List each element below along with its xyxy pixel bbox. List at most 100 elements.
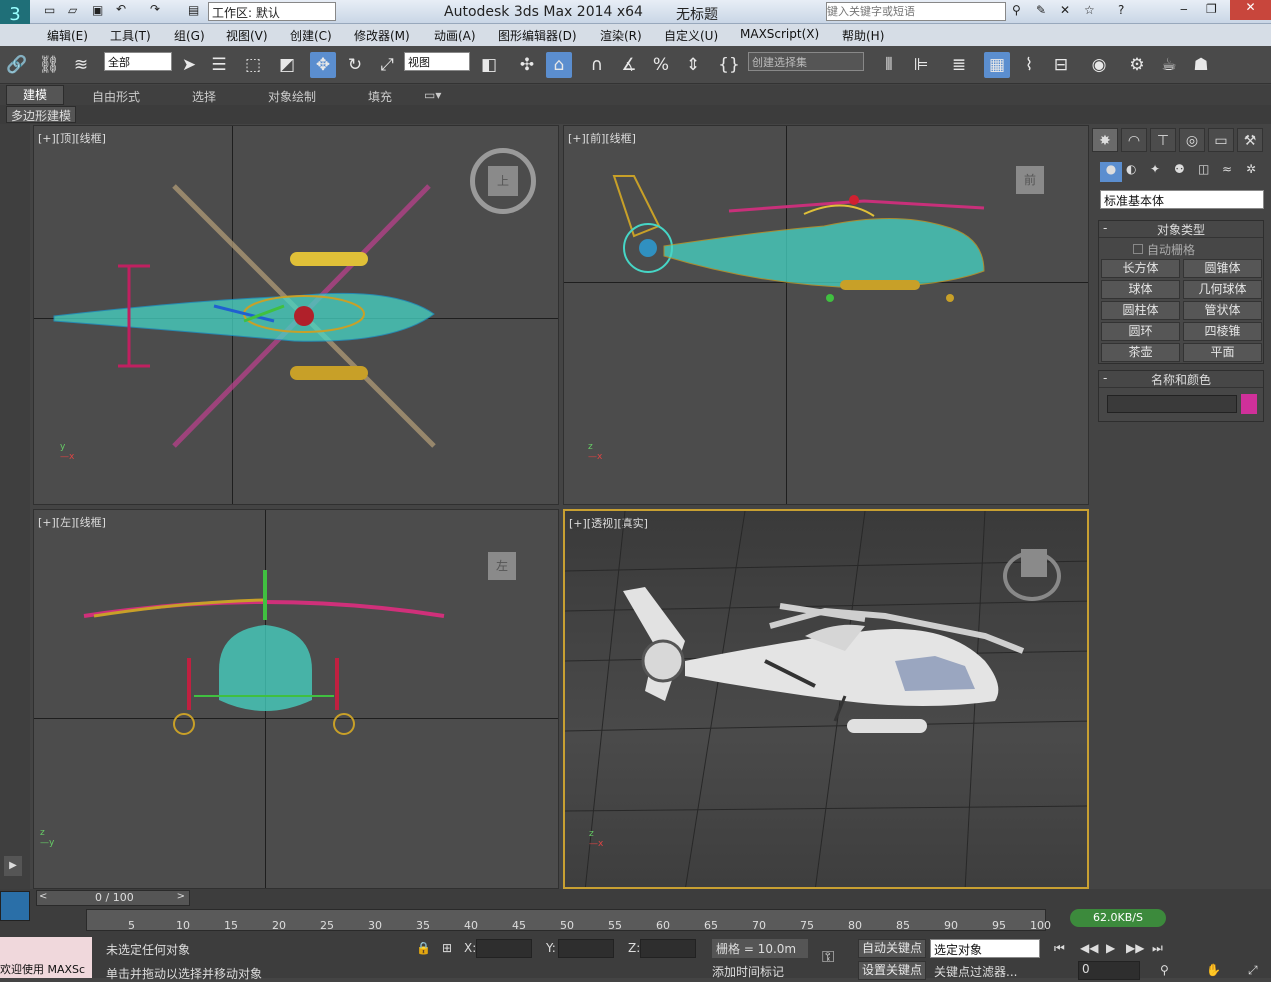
tube-button[interactable]: 管状体: [1183, 301, 1262, 320]
undo-icon[interactable]: ↶: [116, 2, 126, 16]
pivot-center-icon[interactable]: ◧: [476, 52, 502, 78]
x-coordinate-field[interactable]: [476, 939, 532, 958]
viewport-front[interactable]: [+][前][线框] 前 z —x: [563, 125, 1089, 505]
geometry-icon[interactable]: ●: [1100, 162, 1122, 182]
select-by-name-icon[interactable]: ☰: [206, 52, 232, 78]
box-button[interactable]: 长方体: [1101, 259, 1180, 278]
menu-help[interactable]: 帮助(H): [842, 27, 884, 44]
object-type-title[interactable]: - 对象类型: [1099, 221, 1263, 238]
edit-named-selection-icon[interactable]: {}: [716, 52, 742, 78]
save-icon[interactable]: ▣: [92, 3, 103, 17]
cylinder-button[interactable]: 圆柱体: [1101, 301, 1180, 320]
render-setup-icon[interactable]: ⚙: [1124, 52, 1150, 78]
name-color-title[interactable]: - 名称和颜色: [1099, 371, 1263, 388]
wrench-icon[interactable]: ✎: [1036, 3, 1046, 17]
graphite-ribbon-icon[interactable]: ▦: [984, 52, 1010, 78]
select-scale-icon[interactable]: ⤢: [374, 52, 400, 78]
percent-snap-icon[interactable]: %: [648, 52, 674, 78]
select-manipulate-icon[interactable]: ✣: [514, 52, 540, 78]
reference-coord-dropdown[interactable]: 视图: [404, 52, 470, 71]
viewport-layout-icon[interactable]: [0, 891, 30, 921]
mirror-icon[interactable]: ⫴: [876, 52, 902, 78]
project-icon[interactable]: ▤: [188, 3, 199, 17]
shapes-icon[interactable]: ◐: [1126, 162, 1136, 176]
add-time-tag[interactable]: 添加时间标记: [712, 963, 784, 980]
systems-icon[interactable]: ✲: [1246, 162, 1256, 176]
menu-customize[interactable]: 自定义(U): [664, 27, 718, 44]
link-icon[interactable]: 🔗: [4, 52, 30, 78]
helicopter-wireframe-front[interactable]: [564, 126, 1089, 505]
bind-spacewarp-icon[interactable]: ≋: [68, 52, 94, 78]
helpers-icon[interactable]: ◫: [1198, 162, 1209, 176]
object-name-field[interactable]: [1107, 395, 1237, 413]
select-rotate-icon[interactable]: ↻: [342, 52, 368, 78]
spinner-snap-icon[interactable]: ⇕: [680, 52, 706, 78]
plane-button[interactable]: 平面: [1183, 343, 1262, 362]
category-dropdown[interactable]: 标准基本体: [1100, 190, 1264, 209]
cameras-icon[interactable]: ⚉: [1174, 162, 1185, 176]
maximize-viewport-icon[interactable]: ⤢: [1248, 963, 1258, 978]
viewport-left[interactable]: [+][左][线框] 左 z —y: [33, 509, 559, 889]
search-input[interactable]: [826, 2, 1006, 21]
menu-animation[interactable]: 动画(A): [434, 27, 476, 44]
tab-object-paint[interactable]: 对象绘制: [268, 88, 316, 105]
favorites-icon[interactable]: ☆: [1084, 3, 1095, 17]
select-move-icon[interactable]: ✥: [310, 52, 336, 78]
play-icon[interactable]: ▶: [1106, 941, 1115, 955]
selection-filter-dropdown[interactable]: 全部: [104, 52, 172, 71]
menu-views[interactable]: 视图(V): [226, 27, 268, 44]
menu-modifiers[interactable]: 修改器(M): [354, 27, 410, 44]
polygon-modeling-label[interactable]: 多边形建模: [6, 106, 77, 123]
viewport-top[interactable]: [+][顶][线框] 上 y —x: [33, 125, 559, 505]
tab-freeform[interactable]: 自由形式: [92, 88, 140, 105]
geosphere-button[interactable]: 几何球体: [1183, 280, 1262, 299]
menu-maxscript[interactable]: MAXScript(X): [740, 27, 819, 41]
key-filters-button[interactable]: 关键点过滤器...: [934, 963, 1017, 980]
curve-editor-icon[interactable]: ⌇: [1016, 52, 1042, 78]
transform-mode-icon[interactable]: ⊞: [442, 941, 452, 955]
open-icon[interactable]: ▱: [68, 3, 77, 17]
snaps-toggle-icon[interactable]: ∩: [584, 52, 610, 78]
help-icon[interactable]: ?: [1118, 3, 1124, 17]
layer-manager-icon[interactable]: ≣: [946, 52, 972, 78]
named-selection-dropdown[interactable]: 创建选择集: [748, 52, 864, 71]
helicopter-wireframe-top[interactable]: [34, 126, 559, 505]
redo-icon[interactable]: ↷: [150, 2, 160, 16]
render-production-icon[interactable]: ☗: [1188, 52, 1214, 78]
cone-button[interactable]: 圆锥体: [1183, 259, 1262, 278]
helicopter-model[interactable]: [565, 511, 1089, 889]
menu-graph-editors[interactable]: 图形编辑器(D): [498, 27, 577, 44]
viewport-perspective[interactable]: [+][透视][真实] z —x: [563, 509, 1089, 889]
torus-button[interactable]: 圆环: [1101, 322, 1180, 341]
binoculars-icon[interactable]: ⚲: [1012, 3, 1021, 17]
menu-edit[interactable]: 编辑(E): [47, 27, 88, 44]
window-crossing-icon[interactable]: ◩: [274, 52, 300, 78]
lock-selection-icon[interactable]: 🔒: [416, 941, 431, 955]
angle-snap-icon[interactable]: ∡: [616, 52, 642, 78]
unlink-icon[interactable]: ⛓: [36, 52, 62, 78]
autogrid-checkbox[interactable]: 自动栅格: [1133, 241, 1195, 258]
zoom-icon[interactable]: ⚲: [1160, 963, 1169, 977]
menu-create[interactable]: 创建(C): [290, 27, 332, 44]
utilities-tab-icon[interactable]: ⚒: [1237, 128, 1263, 152]
motion-tab-icon[interactable]: ◎: [1179, 128, 1205, 152]
subscription-icon[interactable]: ✕: [1060, 3, 1070, 17]
create-tab-icon[interactable]: ✸: [1092, 128, 1118, 152]
set-key-button[interactable]: 设置关键点: [858, 961, 926, 980]
teapot-button[interactable]: 茶壶: [1101, 343, 1180, 362]
next-frame-icon[interactable]: ▶▶: [1126, 941, 1144, 955]
goto-start-icon[interactable]: ⏮: [1054, 941, 1065, 956]
minimize-icon[interactable]: ‒: [1180, 2, 1188, 16]
set-key-icon[interactable]: ⚿: [822, 947, 834, 967]
y-coordinate-field[interactable]: [558, 939, 614, 958]
hierarchy-tab-icon[interactable]: ⊤: [1150, 128, 1176, 152]
menu-rendering[interactable]: 渲染(R): [600, 27, 642, 44]
menu-tools[interactable]: 工具(T): [110, 27, 151, 44]
pyramid-button[interactable]: 四棱锥: [1183, 322, 1262, 341]
selected-object-dropdown[interactable]: 选定对象: [930, 939, 1040, 958]
tab-modeling[interactable]: 建模: [6, 85, 64, 105]
expand-ribbon-icon[interactable]: ▶: [4, 856, 22, 876]
helicopter-wireframe-left[interactable]: [34, 510, 559, 889]
tab-populate[interactable]: 填充: [368, 88, 392, 105]
spacewarps-icon[interactable]: ≈: [1222, 162, 1232, 176]
